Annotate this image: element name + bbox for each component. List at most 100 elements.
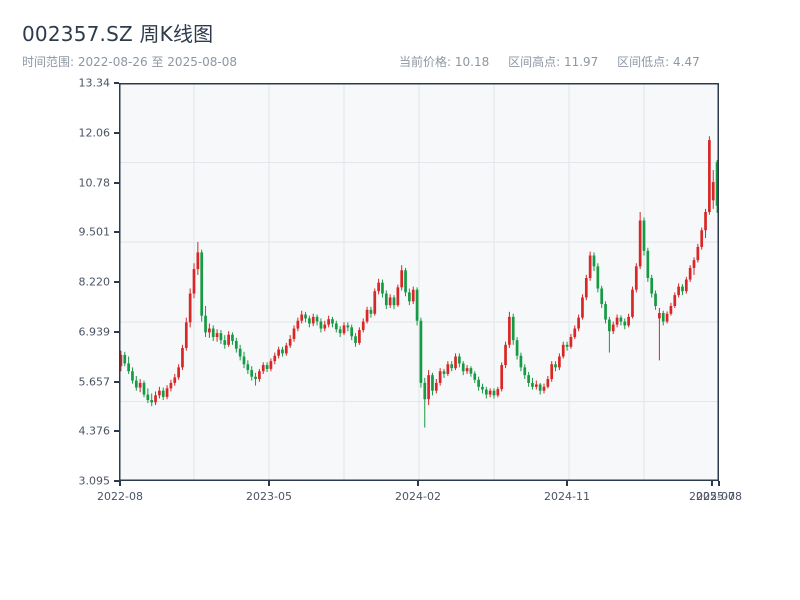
range-high: 区间高点: 11.97: [508, 55, 599, 69]
candle-body: [531, 382, 534, 387]
candle-body: [604, 304, 607, 320]
candle-body: [238, 348, 242, 357]
candle-body: [611, 324, 615, 332]
candle-body: [496, 389, 500, 396]
candle-body: [242, 356, 246, 365]
candle-body: [442, 371, 446, 374]
candle-body: [131, 371, 134, 381]
candle-body: [573, 328, 577, 338]
candle-body: [534, 384, 538, 387]
candle-body: [631, 289, 634, 317]
candle-body: [677, 286, 680, 296]
x-axis-tick: [417, 481, 419, 486]
y-axis-label: 13.34: [78, 76, 111, 90]
candle-body: [161, 390, 165, 397]
candle-body: [411, 289, 415, 302]
candle-body: [158, 390, 161, 396]
candle-body: [488, 390, 492, 395]
candle-body: [415, 289, 419, 321]
x-axis-label: 2025-08: [696, 490, 742, 503]
page-title: 002357.SZ 周K线图: [22, 22, 214, 46]
candle-body: [650, 278, 654, 294]
candle-body: [704, 211, 707, 231]
candle-body: [665, 313, 669, 322]
candle-body: [231, 334, 234, 341]
x-axis-tick: [119, 481, 121, 486]
candle-body: [465, 368, 469, 372]
candle-body: [396, 287, 400, 306]
candle-body: [473, 373, 477, 380]
y-axis-label: 5.657: [78, 375, 111, 388]
candle-body: [600, 288, 604, 305]
candle-body: [708, 140, 711, 212]
candle-body: [450, 364, 454, 369]
candle-body: [269, 361, 273, 369]
candle-body: [165, 388, 169, 397]
time-range-label: 时间范围:: [22, 55, 75, 69]
candle-body: [546, 379, 550, 387]
candle-body: [684, 279, 688, 292]
candle-body: [515, 340, 519, 356]
candle-body: [196, 252, 200, 270]
candle-body: [208, 328, 211, 333]
candle-body: [511, 316, 515, 341]
candle-body: [458, 356, 461, 364]
candle-body: [258, 371, 261, 380]
candle-body: [123, 354, 127, 364]
candle-body: [331, 319, 334, 324]
candle-body: [288, 339, 292, 346]
time-range-joiner: 至: [151, 55, 164, 69]
candle-body: [400, 270, 404, 288]
candle-body: [181, 347, 184, 368]
candle-body: [319, 321, 323, 329]
candle-body: [381, 282, 384, 294]
candle-body: [273, 355, 277, 362]
y-axis-label: 6.939: [78, 325, 111, 339]
candle-body: [384, 293, 388, 306]
candle-body: [127, 363, 130, 372]
x-axis-label: 2023-05: [246, 490, 292, 503]
candle-body: [250, 370, 254, 377]
candle-body: [296, 320, 300, 329]
y-axis-label: 4.376: [78, 424, 111, 438]
candle-body: [138, 382, 142, 388]
time-range-start: 2022-08-26: [77, 55, 148, 69]
y-axis-label: 10.78: [78, 176, 111, 189]
candle-body: [673, 295, 677, 306]
candle-body: [300, 314, 304, 321]
x-axis-label: 2024-02: [395, 490, 441, 503]
candle-body: [215, 333, 219, 338]
candle-body: [661, 312, 665, 322]
candle-body: [219, 333, 223, 341]
candle-body: [284, 345, 288, 354]
candle-body: [623, 321, 627, 326]
candle-body: [565, 344, 569, 347]
candle-body: [634, 266, 638, 290]
candle-body: [169, 382, 173, 389]
candle-body: [134, 380, 138, 388]
y-axis-label: 8.220: [78, 275, 111, 289]
y-axis-tick: [114, 430, 119, 433]
time-range: 时间范围: 2022-08-26 至 2025-08-08: [22, 53, 237, 70]
candle-body: [427, 375, 430, 400]
candle-body: [338, 329, 342, 334]
candle-body: [669, 305, 673, 314]
time-range-end: 2025-08-08: [167, 55, 238, 69]
candle-body: [373, 291, 377, 314]
current-price: 当前价格: 10.18: [399, 55, 490, 69]
candle-body: [200, 252, 204, 316]
candle-body: [392, 297, 396, 306]
candle-body: [492, 390, 496, 396]
candle-body: [146, 394, 150, 401]
candle-body: [346, 325, 350, 328]
x-axis-tick: [718, 481, 720, 486]
x-axis-label: 2024-11: [544, 490, 590, 503]
candle-body: [150, 400, 154, 403]
candle-body: [315, 316, 319, 322]
candle-body: [461, 363, 465, 372]
candle-body: [638, 220, 642, 267]
candle-body: [342, 325, 346, 334]
price-stats: 当前价格: 10.18 区间高点: 11.97 区间低点: 4.47: [399, 53, 715, 70]
candle-body: [538, 384, 542, 391]
candle-body: [246, 364, 250, 371]
